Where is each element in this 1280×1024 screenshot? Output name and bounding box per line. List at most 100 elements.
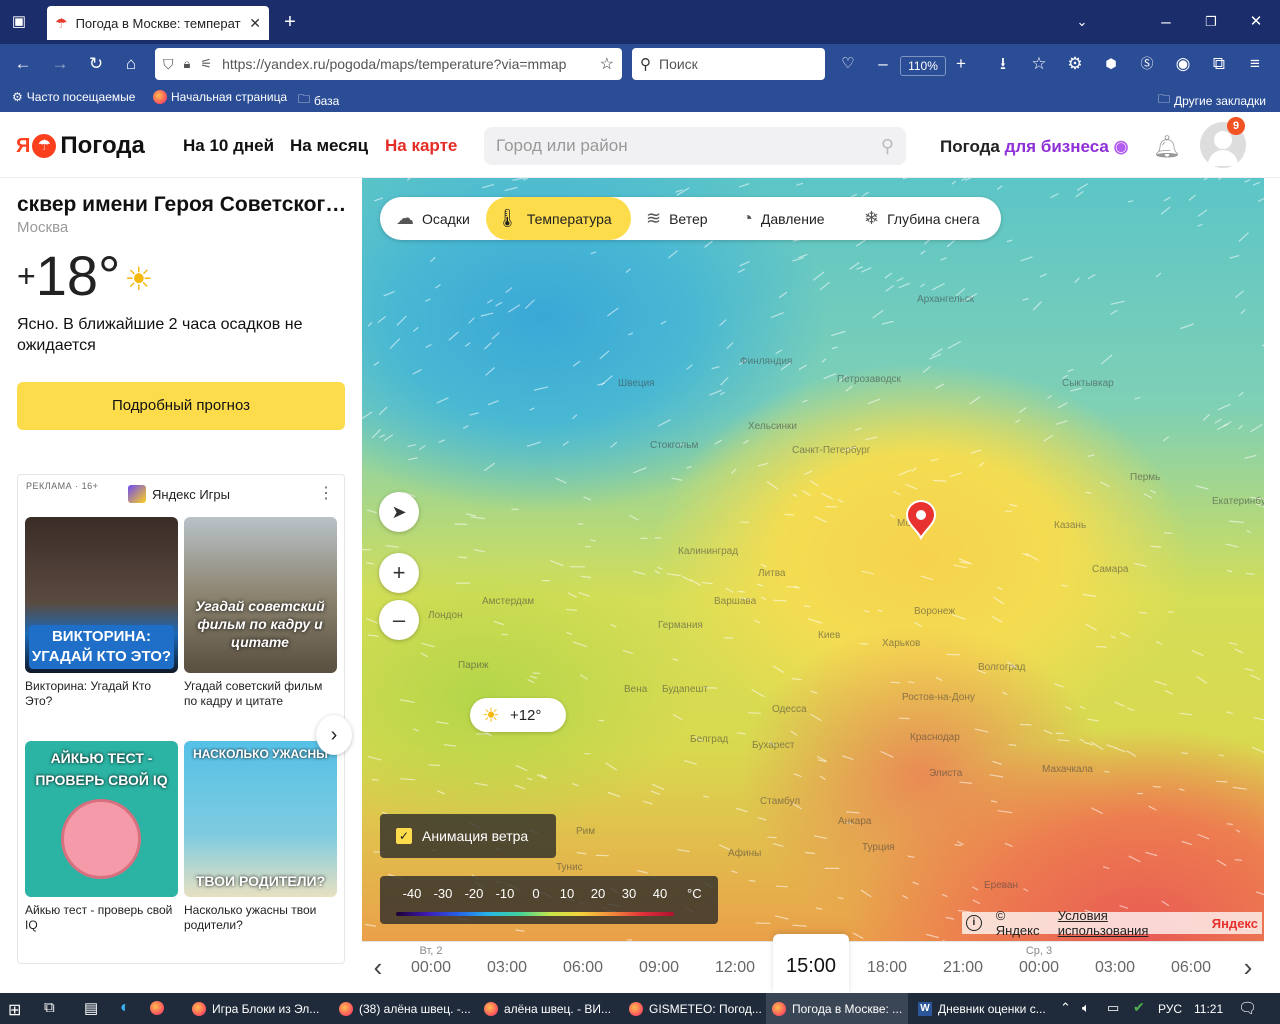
time-slot[interactable]: Вт, 2 00:00 <box>393 942 469 994</box>
layer-wind[interactable]: ≋ Ветер <box>636 197 718 240</box>
taskbar-task[interactable]: Игра Блоки из Эл... <box>186 993 328 1024</box>
browser-tab-active[interactable]: ☂ Погода в Москве: температура ✕ <box>47 6 269 40</box>
lock-icon[interactable]: 🔒︎ <box>184 56 191 72</box>
app-icon[interactable]: ▤ <box>84 999 98 1017</box>
taskbar-task[interactable]: алёна швец. - ВИ... <box>478 993 618 1024</box>
layer-temperature[interactable]: 🌡︎ Температура <box>486 197 631 240</box>
taskbar-task-active[interactable]: Погода в Москве: ... <box>766 993 908 1024</box>
permissions-icon[interactable]: ⚟ <box>200 56 212 72</box>
time-slot[interactable]: 12:00 <box>697 942 773 994</box>
checkbox-checked-icon[interactable]: ✓ <box>396 828 412 844</box>
wind-streak <box>902 895 909 899</box>
point-temperature-popup[interactable]: ☀ +12° <box>470 698 566 732</box>
restore-icon[interactable]: ❐ <box>1200 12 1222 32</box>
location-marker-icon[interactable] <box>905 500 937 543</box>
time-slot-active[interactable]: 15:00 <box>773 934 849 994</box>
nav-map[interactable]: На карте <box>385 136 457 156</box>
forward-icon[interactable]: → <box>49 54 71 74</box>
language-indicator[interactable]: РУС <box>1158 1002 1182 1016</box>
windows-start-icon[interactable]: ⊞ <box>8 1000 21 1020</box>
new-tab-icon[interactable]: + <box>279 12 301 32</box>
more-vertical-icon[interactable]: ⋮ <box>318 483 334 503</box>
terms-link[interactable]: Условия использования <box>1058 908 1200 938</box>
time-slot[interactable]: 06:00 <box>1153 942 1229 994</box>
layer-pressure[interactable]: ◔ Давление <box>732 197 835 240</box>
reload-icon[interactable]: ↻ <box>85 54 107 74</box>
business-link[interactable]: Погода для бизнеса ◉ <box>940 137 1128 157</box>
ad-card-quiz[interactable]: ВИКТОРИНА: УГАДАЙ КТО ЭТО? Викторина: Уг… <box>25 517 178 709</box>
home-icon[interactable]: ⌂ <box>120 54 142 74</box>
time-slot[interactable]: 09:00 <box>621 942 697 994</box>
search-icon[interactable]: ⚲ <box>881 127 894 165</box>
volume-icon[interactable]: 🔈︎ <box>1082 1000 1090 1016</box>
wind-streak <box>978 462 985 467</box>
security-icon[interactable]: ✔ <box>1133 999 1145 1016</box>
bookmark-frequent[interactable]: ⚙ Часто посещаемые <box>12 90 135 104</box>
shield-icon[interactable]: ⛉ <box>163 56 174 73</box>
geolocation-arrow-icon[interactable]: ➤ <box>379 492 419 532</box>
menu-hamburger-icon[interactable]: ≡ <box>1244 54 1266 74</box>
zoom-in-icon[interactable]: + <box>950 54 972 74</box>
url-text[interactable]: https://yandex.ru/pogoda/maps/temperatur… <box>222 56 590 72</box>
logo[interactable]: Я ☂ Погода <box>16 132 145 160</box>
firefox-pinned-icon[interactable] <box>150 1001 164 1018</box>
nav-10-days[interactable]: На 10 дней <box>183 136 274 156</box>
pocket-icon[interactable]: ♡ <box>837 54 859 74</box>
ad-card-soviet-film[interactable]: Угадай советский фильм по кадру и цитате… <box>184 517 337 709</box>
network-icon[interactable]: ▭ <box>1107 1000 1119 1016</box>
nav-month[interactable]: На месяц <box>290 136 368 156</box>
ublock-icon[interactable]: ⬢ <box>1100 54 1122 74</box>
zoom-out-map-icon[interactable]: – <box>379 600 419 640</box>
ad-card-iq[interactable]: АЙКЬЮ ТЕСТ - ПРОВЕРЬ СВОЙ IQ Айкью тест … <box>25 741 178 933</box>
taskbar-task[interactable]: W Дневник оценки с... <box>912 993 1052 1024</box>
task-view-icon[interactable]: ⧉ <box>44 999 55 1016</box>
bookmark-other[interactable]: 🗀 Другие закладки <box>1158 90 1266 111</box>
detailed-forecast-button[interactable]: Подробный прогноз <box>17 382 345 430</box>
time-slot[interactable]: 18:00 <box>849 942 925 994</box>
info-icon[interactable]: i <box>966 915 982 931</box>
zoom-level[interactable]: 110% <box>900 56 946 76</box>
url-bar[interactable]: ⛉ 🔒︎ ⚟ https://yandex.ru/pogoda/maps/tem… <box>155 48 622 80</box>
back-icon[interactable]: ← <box>12 54 34 74</box>
notifications-icon[interactable]: 🗨 <box>1238 999 1257 1017</box>
layer-snow-depth[interactable]: ❄ Глубина снега <box>854 197 990 240</box>
taskbar-task[interactable]: (38) алёна швец. -... <box>333 993 473 1024</box>
account-icon[interactable]: ◉ <box>1172 54 1194 74</box>
ad-source[interactable]: Яндекс Игры <box>128 485 230 503</box>
timeline-prev-arrow-icon[interactable]: ‹ <box>364 954 392 980</box>
bookmarks-icon[interactable]: ☆ <box>1028 54 1050 74</box>
zoom-out-icon[interactable]: – <box>872 54 894 74</box>
taskbar-task[interactable]: GISMETEO: Погод... <box>623 993 761 1024</box>
settings-gear-icon[interactable]: ⚙ <box>1064 54 1086 74</box>
clock[interactable]: 11:21 <box>1194 1002 1223 1016</box>
ad-card-parents[interactable]: НАСКОЛЬКО УЖАСНЫ ТВОИ РОДИТЕЛИ? Наскольк… <box>184 741 337 933</box>
close-window-icon[interactable]: ✕ <box>1245 12 1267 32</box>
bell-icon[interactable]: 🔔︎ <box>1153 134 1181 160</box>
edge-icon[interactable]: ◐ <box>120 999 130 1017</box>
browser-search-box[interactable]: ⚲ Поиск <box>632 48 825 80</box>
minimize-icon[interactable]: – <box>1155 12 1177 32</box>
extensions-puzzle-icon[interactable]: ⧉ <box>1208 54 1230 74</box>
tab-overflow-chevron-icon[interactable]: ⌄ <box>1071 12 1093 32</box>
time-slot[interactable]: 03:00 <box>1077 942 1153 994</box>
time-slot[interactable]: 06:00 <box>545 942 621 994</box>
zoom-in-map-icon[interactable]: + <box>379 553 419 593</box>
time-slot[interactable]: 03:00 <box>469 942 545 994</box>
timeline-next-arrow-icon[interactable]: › <box>1234 954 1262 980</box>
bookmark-star-icon[interactable]: ☆ <box>600 54 614 74</box>
ad-next-arrow-icon[interactable]: › <box>316 715 352 755</box>
downloads-icon[interactable]: ⭳ <box>992 54 1014 74</box>
tray-chevron-icon[interactable]: ⌃ <box>1060 1000 1071 1016</box>
wind-streak <box>1006 239 1013 243</box>
map-city-label: Калининград <box>678 546 739 557</box>
time-slot[interactable]: Ср, 3 00:00 <box>1001 942 1077 994</box>
time-slot[interactable]: 21:00 <box>925 942 1001 994</box>
tab-list-icon[interactable]: ▣ <box>8 12 30 32</box>
extension-s-icon[interactable]: Ⓢ <box>1136 54 1158 74</box>
bookmark-folder-base[interactable]: 🗀 база <box>298 90 339 111</box>
city-search-input[interactable]: Город или район ⚲ <box>484 127 906 165</box>
layer-precipitation[interactable]: ☁ Осадки <box>386 197 480 240</box>
bookmark-start-page[interactable]: Начальная страница <box>153 90 287 104</box>
close-tab-icon[interactable]: ✕ <box>249 15 261 32</box>
wind-animation-toggle[interactable]: ✓ Анимация ветра <box>380 814 556 858</box>
